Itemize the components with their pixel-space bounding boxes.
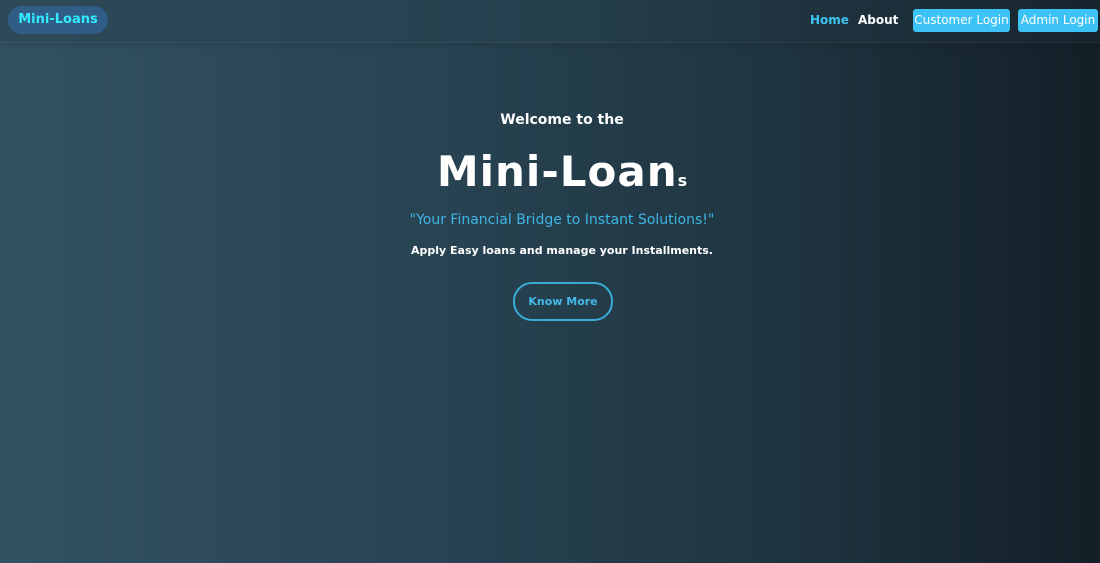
nav-link-about[interactable]: About <box>858 13 898 27</box>
top-navbar: Mini-Loans Home About Customer Login Adm… <box>0 0 1100 43</box>
customer-login-button[interactable]: Customer Login <box>913 9 1010 32</box>
hero-title-main: Mini-Loan <box>436 147 678 196</box>
brand-logo[interactable]: Mini-Loans <box>8 6 108 34</box>
hero-tagline: "Your Financial Bridge to Instant Soluti… <box>409 212 715 228</box>
hero-title-suffix: s <box>677 171 688 190</box>
know-more-button[interactable]: Know More <box>513 282 613 321</box>
hero-title: Mini-Loans <box>0 144 1100 209</box>
nav-link-home[interactable]: Home <box>810 13 849 27</box>
hero-welcome-text: Welcome to the <box>500 112 624 128</box>
admin-login-button[interactable]: Admin Login <box>1018 9 1098 32</box>
hero-subtext: Apply Easy loans and manage your Install… <box>411 244 713 257</box>
hero-section: Welcome to the Mini-Loans "Your Financia… <box>0 0 1100 563</box>
